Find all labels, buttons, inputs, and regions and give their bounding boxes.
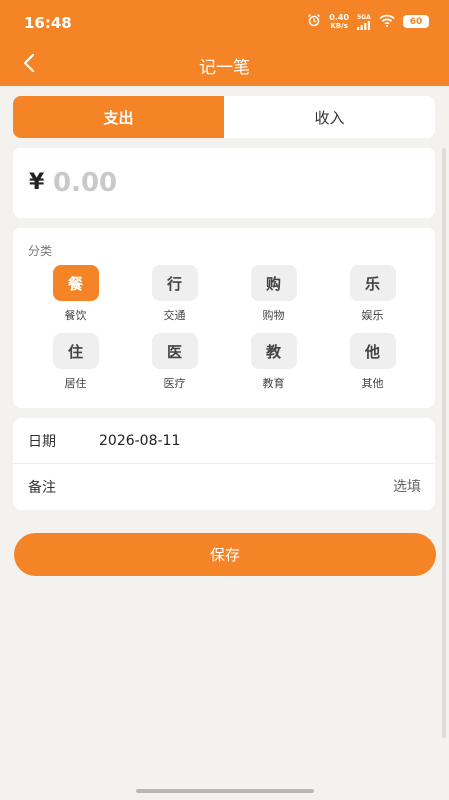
- category-label: 交通: [163, 309, 186, 322]
- category-label: 居住: [64, 377, 87, 390]
- save-button[interactable]: 保存: [14, 533, 436, 576]
- category-entertainment[interactable]: 乐 娱乐: [323, 265, 422, 323]
- medical-icon: 医: [151, 333, 198, 369]
- wifi-icon: [379, 12, 395, 31]
- status-time: 16:48: [24, 14, 72, 32]
- category-label: 医疗: [163, 377, 186, 390]
- signal-icon: 5GA: [357, 14, 371, 30]
- category-title: 分类: [28, 244, 53, 258]
- category-grid: 餐 餐饮 行 交通 购 购物 乐 娱乐 住 居住 医 医疗 教 教育 他 其他: [26, 265, 422, 391]
- alarm-icon: [307, 12, 321, 31]
- category-label: 教育: [262, 377, 285, 390]
- details-card: 日期 2026-08-11 备注: [13, 418, 435, 510]
- status-icons: 0.40 KB/s 5GA 60: [307, 12, 429, 31]
- other-icon: 他: [349, 333, 396, 369]
- amount-card: ¥: [13, 148, 435, 218]
- category-label: 餐饮: [64, 309, 87, 322]
- signal-label: 5GA: [357, 13, 371, 21]
- dining-icon: 餐: [52, 265, 99, 301]
- note-label: 备注: [28, 480, 56, 496]
- currency-symbol: ¥: [29, 170, 45, 195]
- battery-icon: 60: [403, 15, 429, 28]
- category-dining[interactable]: 餐 餐饮: [26, 265, 125, 323]
- transport-icon: 行: [151, 265, 198, 301]
- entertainment-icon: 乐: [349, 265, 396, 301]
- title-bar: 记一笔: [0, 44, 449, 86]
- category-transport[interactable]: 行 交通: [125, 265, 224, 323]
- category-label: 其他: [361, 377, 384, 390]
- note-input[interactable]: [121, 479, 421, 495]
- category-housing[interactable]: 住 居住: [26, 333, 125, 391]
- education-icon: 教: [250, 333, 297, 369]
- amount-input[interactable]: [53, 164, 413, 202]
- network-speed-value: 0.40: [329, 12, 349, 22]
- category-education[interactable]: 教 教育: [224, 333, 323, 391]
- category-other[interactable]: 他 其他: [323, 333, 422, 391]
- status-bar: 16:48 0.40 KB/s 5GA 60: [0, 0, 449, 44]
- network-speed: 0.40 KB/s: [329, 12, 349, 30]
- housing-icon: 住: [52, 333, 99, 369]
- category-label: 购物: [262, 309, 285, 322]
- category-shopping[interactable]: 购 购物: [224, 265, 323, 323]
- note-row: 备注: [13, 464, 435, 510]
- date-label: 日期: [28, 433, 56, 450]
- network-speed-unit: KB/s: [330, 21, 348, 30]
- tab-income[interactable]: 收入: [224, 96, 435, 138]
- shopping-icon: 购: [250, 265, 297, 301]
- page-title: 记一笔: [199, 58, 250, 78]
- type-tabs: 支出 收入: [13, 96, 435, 138]
- category-medical[interactable]: 医 医疗: [125, 333, 224, 391]
- category-label: 娱乐: [361, 309, 384, 322]
- scrollbar[interactable]: [442, 148, 446, 738]
- category-card: 分类 餐 餐饮 行 交通 购 购物 乐 娱乐 住 居住 医 医疗 教 教育 他 …: [13, 228, 435, 408]
- date-value[interactable]: 2026-08-11: [99, 433, 180, 449]
- tab-expense[interactable]: 支出: [13, 96, 224, 138]
- home-indicator[interactable]: [136, 789, 314, 793]
- date-row[interactable]: 日期 2026-08-11: [13, 418, 435, 464]
